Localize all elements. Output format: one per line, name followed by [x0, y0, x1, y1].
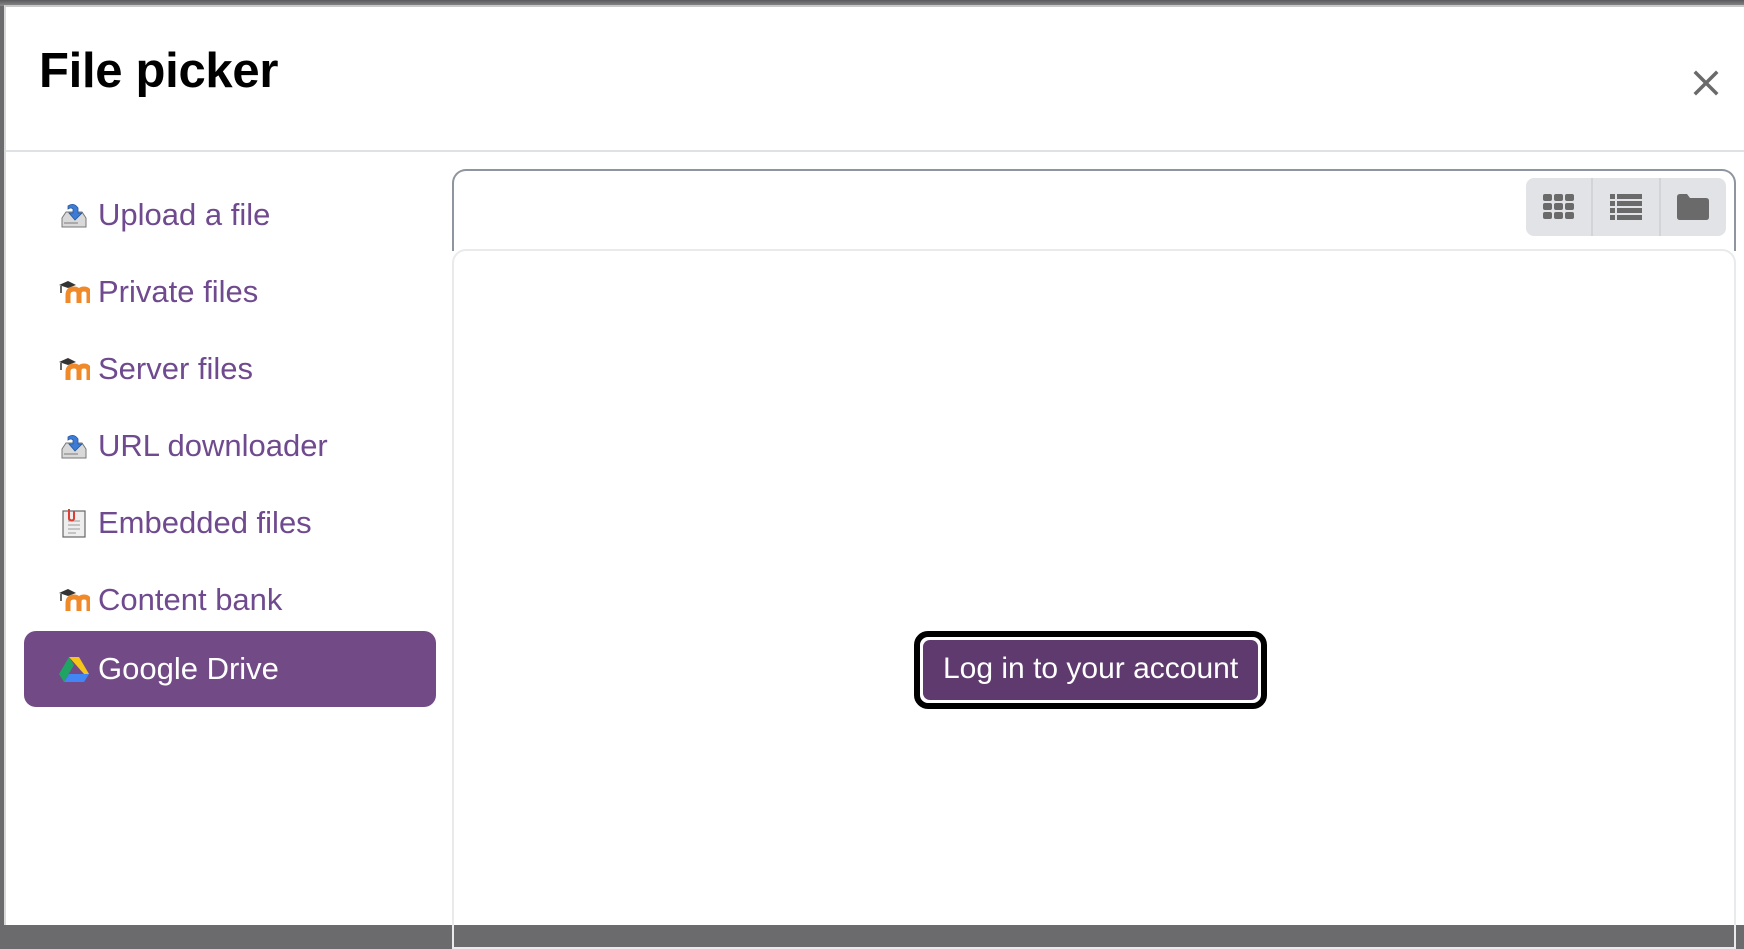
close-icon: [1693, 70, 1719, 96]
sidebar-item-label: Embedded files: [98, 505, 312, 540]
upload-drive-icon: [58, 199, 90, 231]
login-button[interactable]: Log in to your account: [923, 640, 1259, 700]
file-picker-dialog: File picker Upload a file Private files …: [4, 5, 1744, 949]
tree-view-button[interactable]: [1658, 178, 1726, 236]
grid-icon: [1542, 194, 1574, 219]
moodle-icon: [58, 584, 90, 616]
sidebar-item-embedded-files[interactable]: Embedded files: [24, 485, 436, 561]
view-mode-group: [1526, 178, 1726, 236]
sidebar-item-private-files[interactable]: Private files: [24, 254, 436, 330]
list-icon: [1609, 194, 1642, 220]
sidebar-item-label: Upload a file: [98, 197, 271, 232]
clipboard-file-icon: [58, 507, 90, 539]
folder-icon: [1677, 194, 1710, 220]
icons-view-button[interactable]: [1526, 178, 1591, 236]
sidebar-item-google-drive[interactable]: Google Drive: [24, 631, 436, 707]
sidebar-item-label: URL downloader: [98, 428, 328, 463]
file-picker-toolbar: [452, 169, 1736, 251]
sidebar-item-label: Content bank: [98, 582, 283, 617]
sidebar-item-upload-a-file[interactable]: Upload a file: [24, 177, 436, 253]
sidebar-item-url-downloader[interactable]: URL downloader: [24, 408, 436, 484]
close-button[interactable]: [1688, 65, 1724, 101]
sidebar-item-server-files[interactable]: Server files: [24, 331, 436, 407]
modal-title: File picker: [39, 44, 279, 98]
sidebar-item-label: Google Drive: [98, 651, 279, 686]
download-drive-icon: [58, 430, 90, 462]
list-view-button[interactable]: [1591, 178, 1658, 236]
file-picker-content: Log in to your account: [452, 249, 1736, 949]
sidebar-item-label: Private files: [98, 274, 259, 309]
moodle-icon: [58, 276, 90, 308]
sidebar-item-label: Server files: [98, 351, 254, 386]
moodle-icon: [58, 353, 90, 385]
repository-sidebar: Upload a file Private files Server files…: [6, 152, 446, 925]
login-focus-ring: Log in to your account: [914, 631, 1268, 709]
sidebar-item-content-bank[interactable]: Content bank: [24, 562, 436, 638]
google-drive-icon: [58, 653, 90, 685]
modal-header: File picker: [6, 7, 1744, 152]
